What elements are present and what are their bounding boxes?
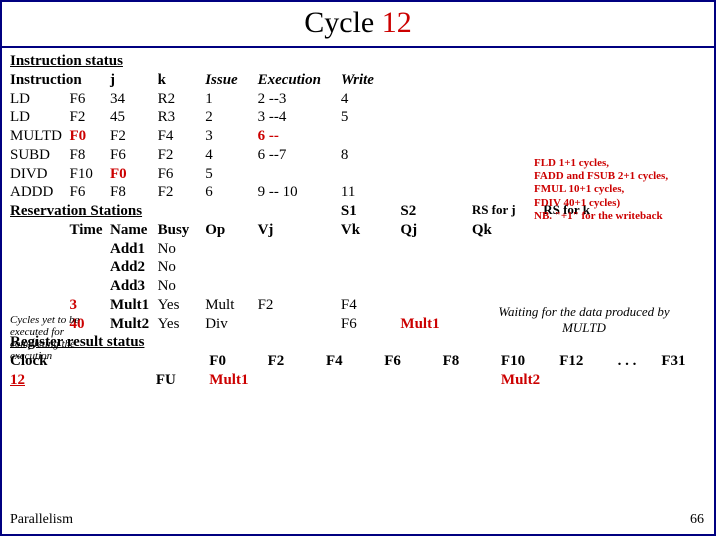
col-instruction: Instruction bbox=[8, 71, 108, 90]
table-row: Add1No bbox=[8, 240, 708, 259]
section-register-result: Register result status bbox=[8, 333, 708, 352]
table-row: MULTDF0F2F436 -- bbox=[8, 127, 708, 146]
col-s1: S1 bbox=[339, 202, 399, 221]
col-vj: Vj bbox=[256, 221, 339, 240]
label-fu: FU bbox=[154, 371, 207, 390]
col-exec: Execution bbox=[256, 71, 339, 90]
col-s2: S2 bbox=[398, 202, 469, 221]
col-qj: Qj bbox=[398, 221, 469, 240]
col-dots: . . . bbox=[616, 352, 660, 371]
col-qk: Qk bbox=[470, 221, 541, 240]
section-instruction-status: Instruction status bbox=[8, 52, 708, 71]
table-row: LDF634R212 --34 bbox=[8, 90, 708, 109]
col-f10: F10 bbox=[499, 352, 557, 371]
col-f12: F12 bbox=[557, 352, 615, 371]
page-title: Cycle 12 bbox=[2, 2, 714, 48]
col-time: Time bbox=[68, 221, 108, 240]
col-vk: Vk bbox=[339, 221, 399, 240]
table-row: 12 FU Mult1 Mult2 bbox=[8, 371, 708, 390]
col-f8: F8 bbox=[441, 352, 499, 371]
col-rsj: RS for j bbox=[470, 202, 541, 221]
col-f6: F6 bbox=[382, 352, 440, 371]
title-a: Cycle bbox=[304, 6, 381, 39]
wait-note: Waiting for the data produced by MULTD bbox=[484, 304, 684, 335]
footer-left: Parallelism bbox=[10, 512, 73, 528]
side-note: Cycles yet to be executed for completing… bbox=[10, 314, 100, 362]
col-j: j bbox=[108, 71, 156, 90]
section-reservation-stations: Reservation Stations bbox=[8, 202, 203, 221]
cycle-notes: FLD 1+1 cycles,FADD and FSUB 2+1 cycles,… bbox=[534, 157, 704, 223]
col-f4: F4 bbox=[324, 352, 382, 371]
table-row: LDF245R323 --45 bbox=[8, 108, 708, 127]
col-f0: F0 bbox=[207, 352, 265, 371]
register-result-table: Clock F0 F2 F4 F6 F8 F10 F12 . . . F31 1… bbox=[8, 352, 708, 390]
col-write: Write bbox=[339, 71, 399, 90]
col-busy: Busy bbox=[156, 221, 204, 240]
table-row: Add3No bbox=[8, 277, 708, 296]
table-row: Add2No bbox=[8, 258, 708, 277]
title-b: 12 bbox=[382, 6, 412, 39]
col-f2: F2 bbox=[266, 352, 324, 371]
col-k: k bbox=[156, 71, 204, 90]
clock-value: 12 bbox=[8, 371, 69, 390]
col-name: Name bbox=[108, 221, 156, 240]
col-op: Op bbox=[203, 221, 255, 240]
col-f31: F31 bbox=[659, 352, 708, 371]
col-issue: Issue bbox=[203, 71, 255, 90]
footer-right: 66 bbox=[690, 512, 704, 528]
